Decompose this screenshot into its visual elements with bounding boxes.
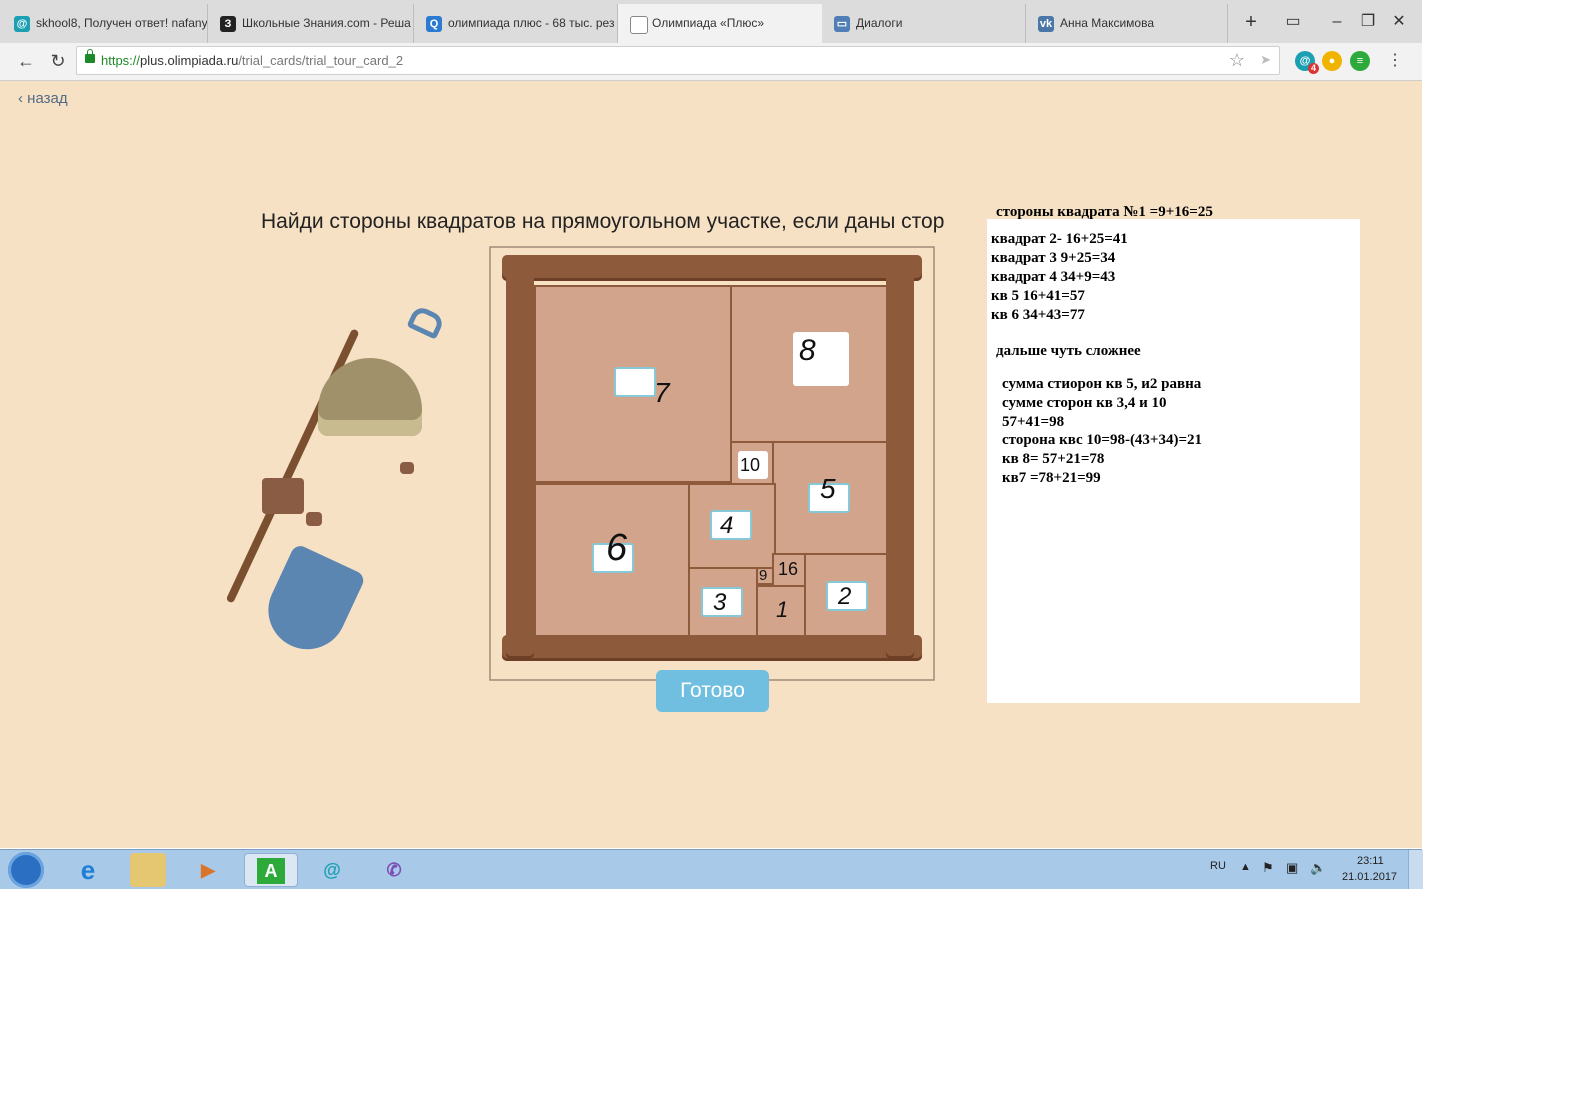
rock-icon	[400, 462, 414, 474]
start-button[interactable]	[8, 852, 44, 888]
search-icon: Q	[426, 16, 442, 32]
note-line: сумме сторон кв 3,4 и 10	[1002, 395, 1167, 411]
note-line: кв 5 16+41=57	[991, 288, 1085, 304]
tab-znania[interactable]: З Школьные Знания.com - Реша	[208, 4, 414, 43]
menu-kebab-icon[interactable]: ⋮	[1381, 47, 1409, 75]
vk-icon: vk	[1038, 16, 1054, 32]
show-desktop-button[interactable]	[1408, 850, 1423, 889]
tab-skhool8[interactable]: @ skhool8, Получен ответ! nafany	[2, 4, 208, 43]
answer-box-8[interactable]: 8	[793, 332, 849, 386]
dialog-icon: ▭	[834, 16, 850, 32]
viber-icon[interactable]: ✆	[376, 853, 412, 887]
media-player-icon[interactable]: ▶	[190, 853, 226, 887]
given-16: 16	[778, 559, 799, 579]
note-line: 57+41=98	[1002, 414, 1065, 430]
task-title: Найди стороны квадратов на прямоугольном…	[261, 210, 945, 233]
back-link[interactable]: ‹ назад	[18, 90, 68, 107]
frame-plank-right	[886, 263, 914, 659]
handwritten-1: 1	[776, 597, 789, 622]
evernote-extension-icon[interactable]: ≡	[1350, 51, 1370, 71]
chevron-left-icon: ‹	[18, 90, 23, 107]
note-line: сумма стиорон кв 5, и2 равна	[1002, 376, 1202, 392]
tray-arrow-icon[interactable]: ▲	[1240, 861, 1251, 873]
back-arrow-icon[interactable]: ←	[12, 47, 40, 75]
tab-search[interactable]: Q олимпиада плюс - 68 тыс. рез	[414, 4, 618, 43]
note-line: сторона квс 10=98-(43+34)=21	[1002, 432, 1203, 448]
tab-label: Олимпиада «Плюс»	[652, 16, 765, 30]
frame-plank-bottom	[502, 635, 922, 661]
tab-label: Анна Максимова	[1060, 16, 1154, 30]
action-center-flag-icon[interactable]: ⚑	[1262, 860, 1274, 876]
send-icon[interactable]: ➤	[1260, 52, 1271, 68]
answer-box-6[interactable]: 6	[592, 527, 634, 573]
cast-icon[interactable]: ▭	[1279, 8, 1307, 36]
a-icon: A	[257, 858, 285, 884]
clock-date[interactable]: 21.01.2017	[1342, 871, 1397, 883]
shovel-grip-illustration	[406, 304, 446, 340]
mail-extension-icon[interactable]: @ 4	[1295, 51, 1319, 74]
explorer-folder-icon[interactable]	[130, 853, 166, 887]
page-icon	[630, 16, 648, 34]
frame-plank-left	[506, 263, 534, 659]
extension-badge: 4	[1307, 63, 1319, 74]
restore-icon[interactable]: ❐	[1354, 8, 1382, 36]
browser-toolbar: ← ↻ https://plus.olimpiada.ru/trial_card…	[0, 43, 1422, 81]
note-line: кв 6 34+43=77	[991, 307, 1085, 323]
minimize-icon[interactable]: –	[1323, 8, 1351, 36]
tab-label: олимпиада плюс - 68 тыс. рез	[448, 16, 615, 30]
note-line: кв7 =78+21=99	[1002, 470, 1101, 486]
given-9: 9	[759, 567, 768, 584]
adguard-task-button[interactable]: A	[244, 853, 298, 887]
browser-window: @ skhool8, Получен ответ! nafany З Школь…	[0, 0, 1422, 848]
note-line: квадрат 4 34+9=43	[991, 269, 1116, 285]
znania-icon: З	[220, 16, 236, 32]
tab-label: Школьные Знания.com - Реша	[242, 16, 411, 30]
answer-box-10[interactable]: 10	[738, 451, 768, 479]
rock-icon	[262, 478, 304, 514]
shovel-icon	[255, 542, 367, 663]
tab-vk[interactable]: vk Анна Максимова	[1026, 4, 1228, 43]
answer-box-4[interactable]: 4	[710, 510, 752, 540]
star-icon[interactable]: ☆	[1229, 50, 1245, 71]
new-tab-plus-icon[interactable]: +	[1237, 8, 1265, 36]
note-line: квадрат 2- 16+25=41	[991, 231, 1128, 247]
puzzle-board: 9 16 7 8 10 5 4 6 3 2 1	[488, 245, 936, 682]
tab-olimpiada-active[interactable]: Олимпиада «Плюс»	[618, 4, 822, 43]
answer-box-2[interactable]: 2	[826, 581, 868, 611]
answer-box-3[interactable]: 3	[701, 587, 743, 617]
note-line: кв 8= 57+21=78	[1002, 451, 1105, 467]
note-line: дальше чуть сложнее	[996, 343, 1141, 359]
note-line: квадрат 3 9+25=34	[991, 250, 1116, 266]
at-icon: @	[14, 16, 30, 32]
solution-notes: квадрат 2- 16+25=41 квадрат 3 9+25=34 кв…	[987, 219, 1360, 703]
ready-button[interactable]: Готово	[656, 670, 769, 712]
language-indicator[interactable]: RU	[1210, 860, 1226, 872]
answer-box-5[interactable]: 5	[808, 473, 850, 513]
internet-explorer-icon[interactable]: e	[70, 853, 106, 887]
taskbar: e ▶ A @ ✆ RU ▲ ⚑ ▣ 🔈 23:11 21.01.2017	[0, 849, 1423, 889]
tab-label: Диалоги	[856, 16, 903, 30]
volume-icon[interactable]: 🔈	[1310, 860, 1326, 876]
mail-agent-icon[interactable]: @	[314, 853, 350, 887]
url-text: https://plus.olimpiada.ru/trial_cards/tr…	[101, 53, 404, 68]
tab-label: skhool8, Получен ответ! nafany	[36, 16, 208, 30]
answer-box-7[interactable]: 7	[614, 367, 670, 408]
address-bar[interactable]: https://plus.olimpiada.ru/trial_cards/tr…	[76, 46, 1280, 75]
reload-icon[interactable]: ↻	[44, 47, 72, 75]
network-icon[interactable]: ▣	[1286, 860, 1298, 876]
clock-time[interactable]: 23:11	[1357, 855, 1384, 867]
lock-icon	[85, 49, 95, 63]
close-icon[interactable]: ✕	[1385, 8, 1413, 36]
tab-dialogs[interactable]: ▭ Диалоги	[822, 4, 1026, 43]
rock-icon	[306, 512, 322, 526]
tab-strip: @ skhool8, Получен ответ! nafany З Школь…	[0, 0, 1422, 43]
chat-extension-icon[interactable]: ●	[1322, 51, 1342, 71]
frame-plank-top	[502, 255, 922, 281]
